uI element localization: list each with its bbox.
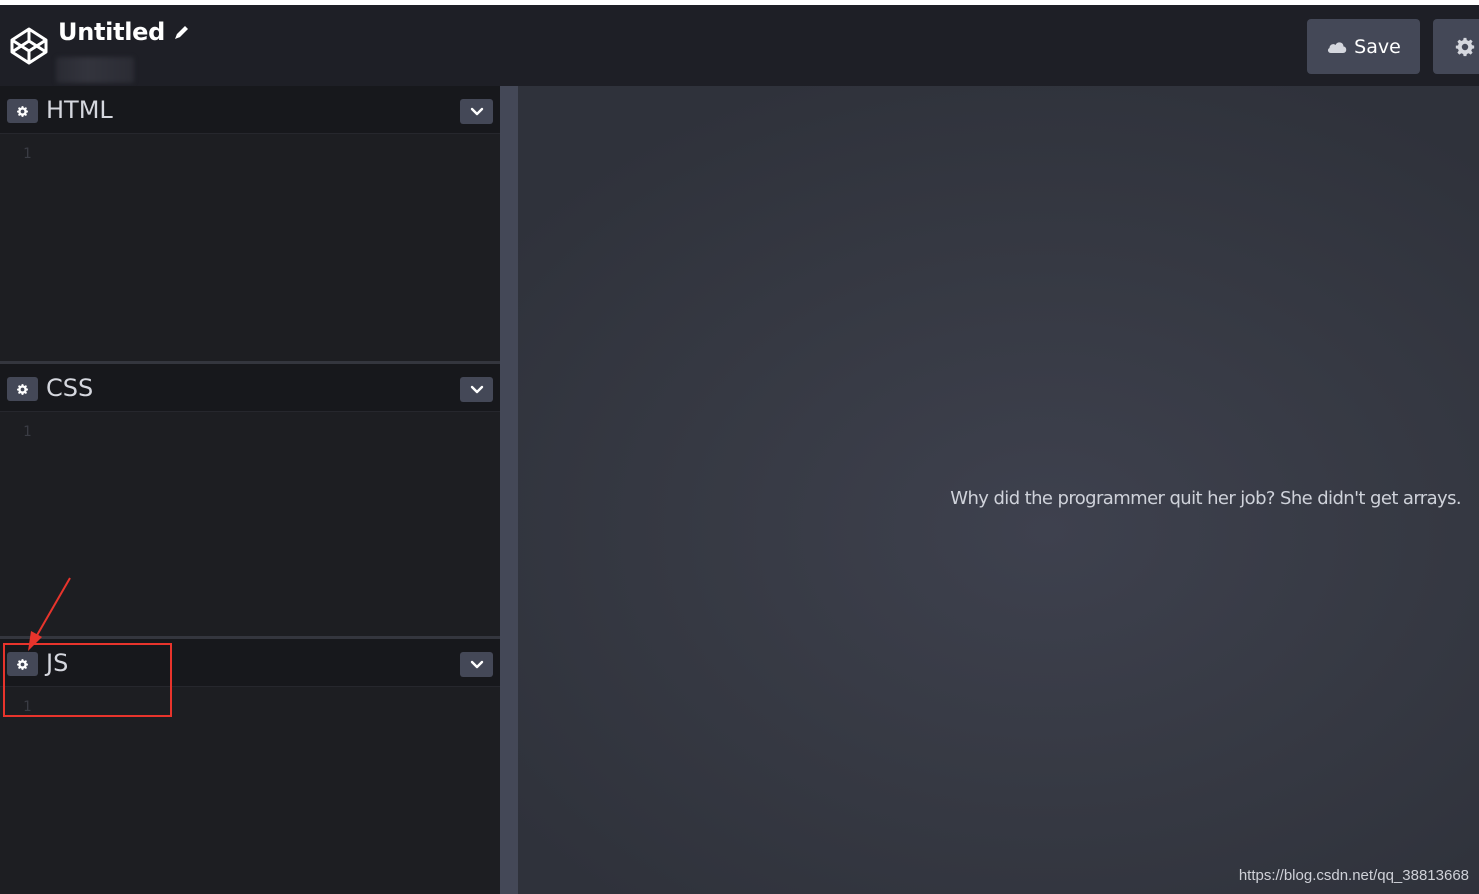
line-number: 1 [23, 424, 32, 440]
chevron-down-icon [470, 660, 483, 668]
settings-button[interactable] [1433, 19, 1479, 74]
chevron-down-icon [470, 107, 483, 115]
codepen-cube-icon[interactable] [9, 26, 49, 66]
save-button-label: Save [1354, 35, 1401, 58]
html-editor-header: HTML [0, 86, 500, 134]
html-settings-button[interactable] [7, 99, 38, 123]
editors-column: HTML 1 CSS 1 JS 1 [0, 86, 500, 894]
watermark-url: https://blog.csdn.net/qq_38813668 [1238, 867, 1469, 884]
editor-preview-resizer[interactable] [500, 86, 518, 894]
cloud-icon [1328, 41, 1347, 53]
preview-text: Why did the programmer quit her job? She… [950, 488, 1461, 509]
js-collapse-button[interactable] [460, 652, 493, 677]
css-settings-button[interactable] [7, 377, 38, 401]
line-number: 1 [23, 146, 32, 162]
pen-title[interactable]: Untitled [58, 18, 165, 46]
pencil-icon[interactable] [173, 23, 191, 41]
css-editor-header: CSS [0, 364, 500, 412]
gear-icon [17, 383, 28, 395]
top-header: Untitled Save [0, 5, 1479, 86]
gear-icon [17, 105, 28, 117]
blurred-author-name [56, 57, 134, 83]
pen-title-group[interactable]: Untitled [58, 18, 191, 46]
css-collapse-button[interactable] [460, 377, 493, 402]
html-editor-pane: HTML 1 [0, 86, 500, 361]
css-editor-pane: CSS 1 [0, 364, 500, 636]
result-preview: Why did the programmer quit her job? She… [518, 86, 1479, 894]
html-collapse-button[interactable] [460, 99, 493, 124]
annotation-arrow-icon [28, 577, 71, 651]
chevron-down-icon [470, 385, 483, 393]
gear-icon [1455, 37, 1475, 56]
css-editor-title: CSS [46, 374, 94, 402]
save-button[interactable]: Save [1307, 19, 1420, 74]
html-editor-title: HTML [46, 96, 113, 124]
